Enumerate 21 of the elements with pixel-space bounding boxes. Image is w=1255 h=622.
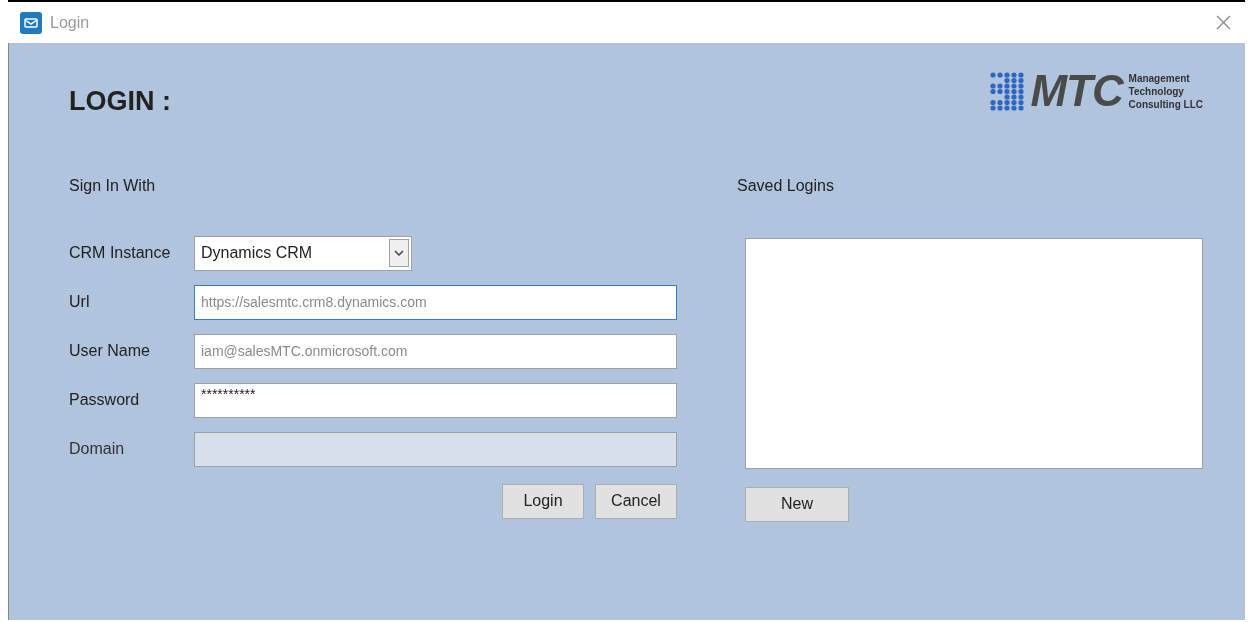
field-label: Url	[69, 292, 91, 312]
field-label: CRM Instance	[69, 243, 172, 263]
field-label: User Name	[69, 341, 151, 361]
dot-grid-icon	[988, 71, 1025, 111]
new-button[interactable]: New	[745, 486, 849, 522]
crm-instance-dropdown[interactable]: Dynamics CRM	[194, 235, 412, 271]
field-label: Password	[69, 390, 141, 410]
chevron-down-icon	[389, 239, 409, 267]
password-field[interactable]: **********	[194, 382, 677, 418]
window-title: Login	[50, 12, 90, 33]
input-field[interactable]: iam@salesMTC.onmicrosoft.com	[194, 333, 677, 369]
dialog-button[interactable]: Login	[502, 483, 584, 519]
dialog-button[interactable]: Cancel	[595, 483, 677, 519]
login-heading: LOGIN :	[69, 85, 171, 118]
section-title: Sign In With	[69, 175, 157, 196]
close-icon[interactable]	[1216, 15, 1231, 30]
section-title: Saved Logins	[737, 175, 835, 196]
saved-logins-list[interactable]	[745, 237, 1203, 469]
input-field[interactable]: https://salesmtc.crm8.dynamics.com	[194, 284, 677, 320]
field-label: Domain	[69, 439, 126, 459]
mail-icon	[20, 11, 42, 34]
